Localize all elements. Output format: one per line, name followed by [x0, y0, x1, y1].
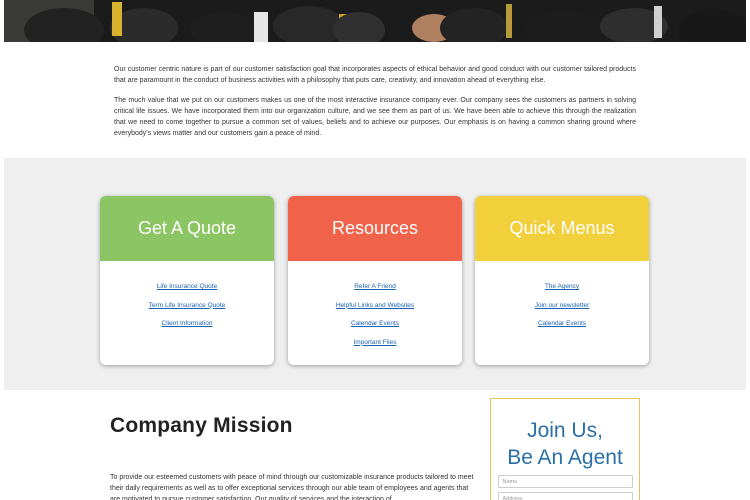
mission-title: Company Mission: [110, 414, 293, 437]
name-input[interactable]: [497, 475, 633, 488]
card-links: Life Insurance Quote Term Life Insurance…: [100, 261, 274, 334]
address-input[interactable]: [497, 492, 633, 500]
link-client-information[interactable]: Client Information: [100, 315, 274, 334]
link-the-agency[interactable]: The Agency: [475, 278, 649, 297]
join-title-line1: Join Us,: [527, 419, 603, 442]
card-get-a-quote: Get A Quote Life Insurance Quote Term Li…: [100, 196, 274, 365]
card-title: Get A Quote: [100, 196, 274, 261]
mission-text: To provide our esteemed customers with p…: [110, 474, 474, 500]
join-title-line2: Be An Agent: [507, 446, 623, 469]
link-calendar-events[interactable]: Calendar Events: [288, 315, 462, 334]
intro-paragraph: Our customer centric nature is part of o…: [114, 66, 636, 84]
link-life-insurance-quote[interactable]: Life Insurance Quote: [100, 278, 274, 297]
link-important-files[interactable]: Important Files: [288, 334, 462, 353]
link-helpful-links[interactable]: Helpful Links and Websites: [288, 297, 462, 316]
link-calendar-events[interactable]: Calendar Events: [475, 315, 649, 334]
card-quick-menus: Quick Menus The Agency Join our newslett…: [475, 196, 649, 365]
card-title: Resources: [288, 196, 462, 261]
feature-cards-band: Get A Quote Life Insurance Quote Term Li…: [4, 158, 746, 390]
link-term-life-insurance-quote[interactable]: Term Life Insurance Quote: [100, 297, 274, 316]
hero-photo-graphic: [4, 0, 746, 42]
card-resources: Resources Refer A Friend Helpful Links a…: [288, 196, 462, 365]
link-join-newsletter[interactable]: Join our newsletter: [475, 297, 649, 316]
card-links: The Agency Join our newsletter Calendar …: [475, 261, 649, 334]
card-links: Refer A Friend Helpful Links and Website…: [288, 261, 462, 352]
card-title: Quick Menus: [475, 196, 649, 261]
join-title: Join Us, Be An Agent: [491, 417, 639, 471]
intro-section: Our customer centric nature is part of o…: [114, 64, 636, 148]
hero-photo: [4, 0, 746, 42]
join-agent-box: Join Us, Be An Agent: [490, 398, 640, 500]
intro-paragraph: The much value that we put on our custom…: [114, 97, 636, 137]
link-refer-a-friend[interactable]: Refer A Friend: [288, 278, 462, 297]
